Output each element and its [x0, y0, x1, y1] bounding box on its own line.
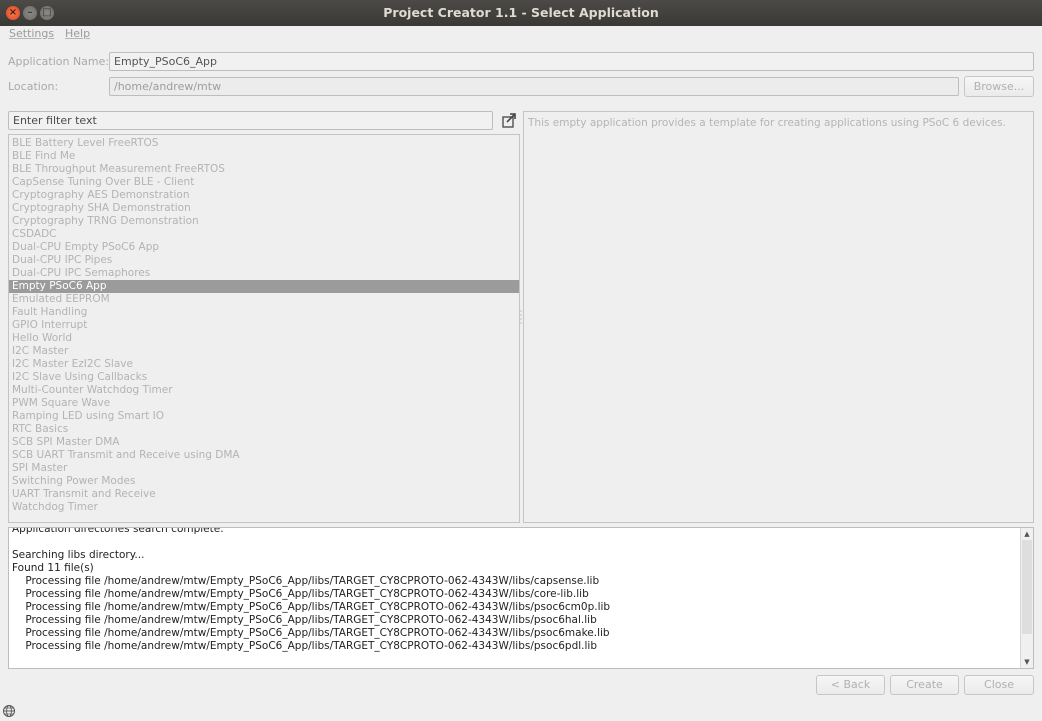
list-item[interactable]: RTC Basics — [9, 423, 519, 436]
window-title: Project Creator 1.1 - Select Application — [383, 5, 659, 20]
list-item[interactable]: SCB SPI Master DMA — [9, 436, 519, 449]
title-bar: × – □ Project Creator 1.1 - Select Appli… — [0, 0, 1042, 26]
list-item[interactable]: Cryptography TRNG Demonstration — [9, 215, 519, 228]
description-panel: This empty application provides a templa… — [523, 111, 1034, 523]
list-item[interactable]: Dual-CPU IPC Semaphores — [9, 267, 519, 280]
list-item[interactable]: I2C Master — [9, 345, 519, 358]
list-item[interactable]: Watchdog Timer — [9, 501, 519, 514]
list-item[interactable]: UART Transmit and Receive — [9, 488, 519, 501]
scroll-up-icon[interactable]: ▲ — [1021, 528, 1033, 540]
list-item[interactable]: Hello World — [9, 332, 519, 345]
list-item[interactable]: Emulated EEPROM — [9, 293, 519, 306]
list-item[interactable]: BLE Find Me — [9, 150, 519, 163]
list-item[interactable]: Switching Power Modes — [9, 475, 519, 488]
log-output[interactable]: Application directories search complete.… — [8, 527, 1034, 669]
list-item[interactable]: CapSense Tuning Over BLE - Client — [9, 176, 519, 189]
app-name-input[interactable]: Empty_PSoC6_App — [109, 52, 1034, 71]
menu-bar: Settings Help — [0, 26, 1042, 43]
log-line: Processing file /home/andrew/mtw/Empty_P… — [12, 601, 611, 613]
log-line: Searching libs directory... — [12, 549, 145, 561]
list-item[interactable]: Dual-CPU Empty PSoC6 App — [9, 241, 519, 254]
export-icon[interactable] — [499, 111, 519, 130]
list-item[interactable]: GPIO Interrupt — [9, 319, 519, 332]
scroll-down-icon[interactable]: ▼ — [1021, 656, 1033, 668]
globe-icon — [2, 704, 16, 718]
application-description: This empty application provides a templa… — [528, 117, 1006, 129]
list-item[interactable]: I2C Slave Using Callbacks — [9, 371, 519, 384]
app-name-label: Application Name: — [8, 55, 110, 68]
scrollbar-thumb[interactable] — [1022, 540, 1032, 634]
list-item[interactable]: I2C Master EzI2C Slave — [9, 358, 519, 371]
log-line: Application directories search complete. — [12, 527, 224, 535]
list-item[interactable]: BLE Battery Level FreeRTOS — [9, 137, 519, 150]
create-button[interactable]: Create — [890, 675, 959, 695]
location-label: Location: — [8, 80, 59, 93]
list-item[interactable]: Dual-CPU IPC Pipes — [9, 254, 519, 267]
list-item[interactable]: SPI Master — [9, 462, 519, 475]
log-line: Processing file /home/andrew/mtw/Empty_P… — [12, 588, 589, 600]
close-button[interactable]: Close — [964, 675, 1034, 695]
list-item[interactable]: SCB UART Transmit and Receive using DMA — [9, 449, 519, 462]
list-item[interactable]: Ramping LED using Smart IO — [9, 410, 519, 423]
log-line: Found 11 file(s) — [12, 562, 94, 574]
menu-settings[interactable]: Settings — [9, 27, 54, 40]
list-item[interactable]: Cryptography AES Demonstration — [9, 189, 519, 202]
splitter-handle[interactable] — [520, 308, 522, 326]
list-item[interactable]: CSDADC — [9, 228, 519, 241]
list-item[interactable]: Fault Handling — [9, 306, 519, 319]
back-button[interactable]: < Back — [816, 675, 885, 695]
log-line: Processing file /home/andrew/mtw/Empty_P… — [12, 614, 597, 626]
list-item[interactable]: PWM Square Wave — [9, 397, 519, 410]
browse-button[interactable]: Browse... — [964, 76, 1034, 97]
log-line: Processing file /home/andrew/mtw/Empty_P… — [12, 640, 597, 652]
application-list: BLE Battery Level FreeRTOS BLE Find Me BLE… — [8, 134, 520, 523]
list-item[interactable]: Multi-Counter Watchdog Timer — [9, 384, 519, 397]
log-line: Processing file /home/andrew/mtw/Empty_P… — [12, 627, 610, 639]
list-item[interactable]: Cryptography SHA Demonstration — [9, 202, 519, 215]
list-item[interactable]: BLE Throughput Measurement FreeRTOS — [9, 163, 519, 176]
list-item[interactable]: Empty PSoC6 App — [9, 280, 519, 293]
log-line: Processing file /home/andrew/mtw/Empty_P… — [12, 575, 600, 587]
menu-help[interactable]: Help — [65, 27, 90, 40]
location-input[interactable]: /home/andrew/mtw — [109, 77, 959, 96]
log-scrollbar[interactable]: ▲ ▼ — [1020, 528, 1033, 668]
filter-input[interactable]: Enter filter text — [8, 111, 493, 130]
